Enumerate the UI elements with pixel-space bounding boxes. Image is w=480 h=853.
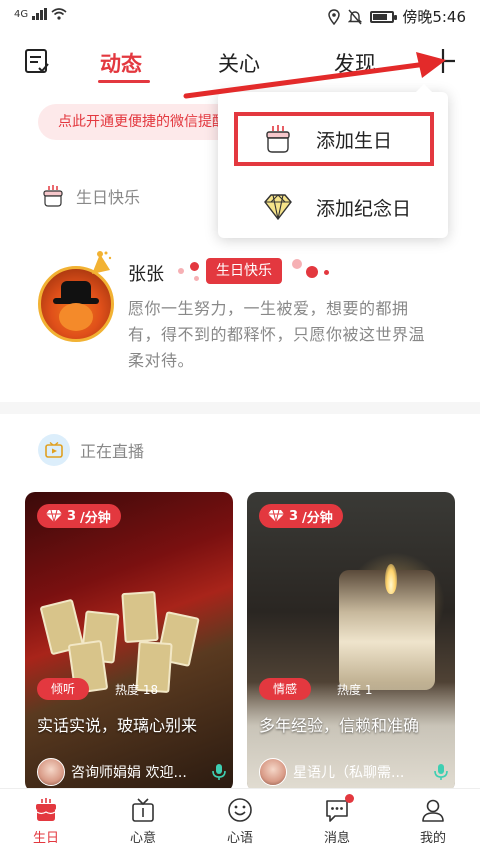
section-divider xyxy=(0,402,480,414)
status-right: 傍晚5:46 xyxy=(328,6,466,27)
heat-count: 热度 18 xyxy=(115,683,159,697)
tab-dongtai[interactable]: 动态 xyxy=(100,48,142,78)
price-unit: /分钟 xyxy=(302,510,333,526)
person-icon xyxy=(422,799,444,822)
active-tab-underline xyxy=(98,80,150,83)
diamond-icon xyxy=(46,509,62,523)
host-name: 星语儿（私聊需... xyxy=(293,765,405,781)
mute-bell-icon xyxy=(348,9,363,24)
tab-faxian[interactable]: 发现 xyxy=(334,48,376,78)
top-nav: 动态 关心 发现 xyxy=(0,36,480,88)
card-title: 多年经验，信赖和准确 xyxy=(259,716,420,735)
price-unit: /分钟 xyxy=(80,510,111,526)
tab-label: 消息 xyxy=(323,831,350,846)
host-row: 星语儿（私聊需... xyxy=(259,758,449,786)
diamond-icon xyxy=(264,194,292,221)
confetti-dot xyxy=(178,268,184,274)
price-value: 3 xyxy=(289,508,299,524)
heat-count: 热度 1 xyxy=(337,683,373,697)
live-card[interactable]: 3 /分钟 情感 热度 1 多年经验，信赖和准确 星语儿（私聊需... xyxy=(247,492,455,792)
birthday-wish-text: 愿你一生努力，一生被爱，想要的都拥有，得不到的都释怀，只愿你被这世界温柔对待。 xyxy=(128,299,426,370)
cake-icon xyxy=(266,125,290,153)
party-hat-icon xyxy=(92,251,112,274)
smile-icon xyxy=(228,798,252,822)
live-card[interactable]: 3 /分钟 倾听 热度 18 实话实说，玻璃心别来 咨询师娟娟 欢迎... xyxy=(25,492,233,792)
menu-item-add-anniversary[interactable]: 添加纪念日 xyxy=(234,180,434,234)
add-dropdown-menu: 添加生日 添加纪念日 xyxy=(218,84,448,238)
cake-icon xyxy=(43,185,63,207)
network-label: 4G xyxy=(14,8,29,20)
live-section-title: 正在直播 xyxy=(80,442,145,461)
mic-icon xyxy=(434,764,448,780)
birthday-badge: 生日快乐 xyxy=(206,258,282,284)
clock: 傍晚5:46 xyxy=(402,8,466,26)
cake-icon xyxy=(36,798,56,821)
confetti-dot xyxy=(190,262,199,271)
host-name: 咨询师娟娟 欢迎... xyxy=(71,765,187,781)
signal-icon xyxy=(32,8,48,20)
category-tag: 情感 xyxy=(259,678,312,700)
confetti-dot xyxy=(306,266,318,278)
diamond-icon xyxy=(268,509,284,523)
live-section-header: 正在直播 xyxy=(38,434,144,466)
menu-item-add-birthday[interactable]: 添加生日 xyxy=(234,112,434,166)
category-tag: 倾听 xyxy=(37,678,90,700)
battery-icon xyxy=(370,10,398,23)
tab-label: 生日 xyxy=(32,831,59,846)
host-avatar xyxy=(37,758,65,786)
location-icon xyxy=(328,8,341,25)
unread-dot xyxy=(345,794,354,803)
price-value: 3 xyxy=(67,508,77,524)
host-avatar xyxy=(259,758,287,786)
tab-label: 我的 xyxy=(419,831,446,846)
status-bar: 4G 傍晚5:46 xyxy=(0,0,480,34)
tab-birthday[interactable]: 生日 xyxy=(11,797,81,846)
confetti-dot xyxy=(324,270,329,275)
tab-label: 心语 xyxy=(226,831,253,846)
wifi-icon xyxy=(51,8,67,20)
tab-label: 心意 xyxy=(129,831,156,846)
status-left: 4G xyxy=(14,8,67,20)
price-tag: 3 /分钟 xyxy=(259,504,343,528)
tab-guanxin[interactable]: 关心 xyxy=(218,48,260,78)
card-image-decor xyxy=(385,564,397,594)
tab-xinyu[interactable]: 心语 xyxy=(205,797,275,846)
card-title: 实话实说，玻璃心别来 xyxy=(37,716,198,735)
tab-messages[interactable]: 消息 xyxy=(302,794,372,846)
tab-xinyi[interactable]: 心意 xyxy=(108,797,178,846)
avatar[interactable] xyxy=(38,266,114,342)
calendar-list-icon[interactable] xyxy=(24,48,50,74)
host-row: 咨询师娟娟 欢迎... xyxy=(37,758,227,786)
confetti-dot xyxy=(194,276,199,281)
live-tv-icon xyxy=(38,434,70,466)
friend-name[interactable]: 张张 xyxy=(128,260,164,286)
chat-icon xyxy=(324,794,354,823)
menu-item-label: 添加生日 xyxy=(316,129,393,152)
birthday-section-title: 生日快乐 xyxy=(76,188,141,207)
price-tag: 3 /分钟 xyxy=(37,504,121,528)
menu-item-label: 添加纪念日 xyxy=(316,197,412,220)
gift-tv-icon xyxy=(132,798,154,822)
tab-mine[interactable]: 我的 xyxy=(398,797,468,846)
birthday-section-header: 生日快乐 xyxy=(40,183,140,209)
bottom-tab-bar: 生日 心意 心语 消息 我的 xyxy=(0,788,480,853)
confetti-dot xyxy=(292,259,302,269)
plus-icon[interactable] xyxy=(428,46,458,76)
card-image-decor xyxy=(121,590,159,644)
mic-icon xyxy=(212,764,226,780)
